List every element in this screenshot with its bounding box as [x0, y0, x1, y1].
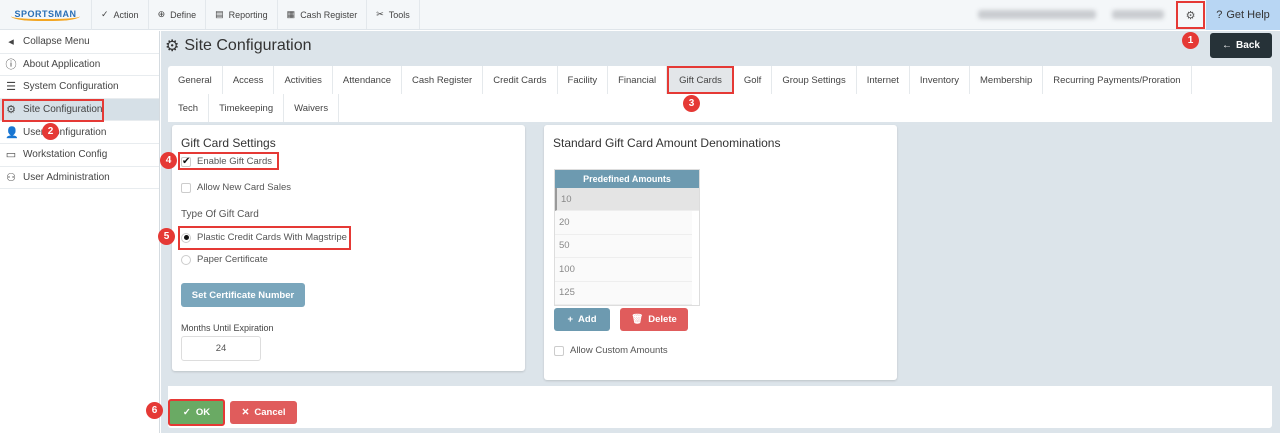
delete-amount-button[interactable]: 🗑 Delete [620, 308, 688, 331]
main-area: ⚙ Site Configuration ← Back General Access A… [161, 31, 1280, 433]
amount-row[interactable]: 10 [555, 188, 699, 212]
tab-internet[interactable]: Internet [857, 66, 910, 94]
predefined-amounts-grid: Predefined Amounts 10 20 50 100 125 [554, 169, 700, 306]
denominations-card: Standard Gift Card Amount Denominations … [544, 125, 897, 380]
sidebar-item-about[interactable]: ⓘ About Application [0, 54, 159, 77]
logo[interactable]: SPORTSMAN [0, 0, 92, 30]
tab-financial[interactable]: Financial [608, 66, 668, 94]
tab-recurring-payments-proration[interactable]: Recurring Payments/Proration [1043, 66, 1192, 94]
annotation-badge: 3 [683, 95, 700, 112]
paper-certificate-radio[interactable]: Paper Certificate [181, 254, 268, 265]
blurred-user-info [978, 10, 1096, 19]
gift-card-settings-card: Gift Card Settings ✔ Enable Gift Cards Al… [172, 125, 525, 371]
tab-inventory[interactable]: Inventory [910, 66, 970, 94]
help-icon: ? [1216, 9, 1223, 21]
page-title: ⚙ Site Configuration [165, 37, 312, 55]
plus-icon: + [567, 314, 574, 325]
monitor-icon: ▭ [5, 149, 17, 162]
tab-attendance[interactable]: Attendance [333, 66, 402, 94]
sidebar: ◂ Collapse Menu ⓘ About Application ☰ Syste… [0, 31, 160, 433]
back-button[interactable]: ← Back [1210, 33, 1272, 58]
radio-icon [181, 254, 191, 265]
check-icon: ✓ [182, 407, 191, 418]
ok-button[interactable]: ✓ OK [168, 399, 225, 426]
nav-cash-register[interactable]: ▦ Cash Register [278, 0, 368, 29]
sidebar-item-user-administration[interactable]: ⚇ User Administration [0, 167, 159, 190]
checkbox-icon [554, 345, 564, 356]
tab-access[interactable]: Access [223, 66, 275, 94]
cash-register-icon: ▦ [286, 9, 296, 19]
checkbox-icon [181, 182, 191, 193]
info-icon: ⓘ [5, 59, 17, 72]
type-label: Type Of Gift Card [181, 209, 259, 220]
months-label: Months Until Expiration [181, 323, 274, 333]
tab-tech[interactable]: Tech [168, 94, 210, 122]
report-icon: ▤ [215, 9, 224, 19]
tab-bar: General Access Activities Attendance Cash Re… [168, 66, 1228, 122]
cancel-button[interactable]: ✕ Cancel [230, 401, 297, 424]
config-panel: General Access Activities Attendance Cash Re… [168, 66, 1272, 428]
tab-gift-cards[interactable]: Gift Cards [667, 66, 734, 94]
sidebar-item-site-configuration[interactable]: ⚙ Site Configuration [0, 98, 159, 122]
nav-define[interactable]: ⊕ Define [149, 0, 207, 29]
grid-header: Predefined Amounts [555, 170, 699, 188]
server-icon: ☰ [6, 81, 16, 94]
nav-action[interactable]: ✓ Action [92, 0, 149, 29]
tab-golf[interactable]: Golf [734, 66, 773, 94]
tab-timekeeping[interactable]: Timekeeping [209, 94, 285, 122]
tab-group-settings[interactable]: Group Settings [772, 66, 857, 94]
amount-row[interactable]: 20 [555, 211, 692, 235]
users-icon: ⚇ [6, 171, 16, 184]
set-certificate-number-button[interactable]: Set Certificate Number [181, 283, 305, 307]
tab-cash-register[interactable]: Cash Register [402, 66, 484, 94]
check-icon: ✓ [101, 9, 109, 19]
amount-row[interactable]: 125 [555, 281, 692, 305]
section-title: Gift Card Settings [181, 136, 276, 150]
blurred-location [1112, 10, 1164, 19]
months-until-expiration-input[interactable]: 24 [181, 336, 261, 361]
user-gear-icon: 👤 [5, 126, 19, 139]
settings-gear-button[interactable]: ⚙ [1176, 1, 1205, 29]
get-help-button[interactable]: ? Get Help [1206, 0, 1280, 30]
gear-icon: ⚙ [1185, 9, 1196, 22]
annotation-badge: 1 [1182, 32, 1199, 49]
collapse-icon: ◂ [8, 36, 14, 49]
amount-row[interactable]: 50 [555, 234, 692, 259]
sidebar-item-workstation-config[interactable]: ▭ Workstation Config [0, 144, 159, 167]
gears-icon: ⚙ [165, 38, 180, 55]
sidebar-item-collapse-menu[interactable]: ◂ Collapse Menu [0, 31, 159, 54]
tab-waivers[interactable]: Waivers [284, 94, 340, 122]
tools-icon: ✂ [376, 9, 384, 19]
section-title: Standard Gift Card Amount Denominations [553, 136, 781, 150]
add-amount-button[interactable]: + Add [554, 308, 610, 331]
amount-row[interactable]: 100 [555, 258, 692, 282]
plus-circle-icon: ⊕ [157, 9, 166, 19]
tab-credit-cards[interactable]: Credit Cards [483, 66, 558, 94]
arrow-left-icon: ← [1222, 40, 1233, 51]
annotation-badge: 4 [160, 152, 177, 169]
annotation-badge: 6 [146, 402, 163, 419]
allow-new-card-sales-checkbox[interactable]: Allow New Card Sales [181, 182, 291, 193]
annotation-badge: 2 [42, 123, 59, 140]
sidebar-item-user-configuration[interactable]: 👤 User Configuration [0, 121, 159, 144]
allow-custom-amounts-checkbox[interactable]: Allow Custom Amounts [554, 345, 668, 356]
nav-tools[interactable]: ✂ Tools [367, 0, 420, 29]
annotation-badge: 5 [158, 228, 175, 245]
tab-membership[interactable]: Membership [970, 66, 1044, 94]
tab-content: Gift Card Settings ✔ Enable Gift Cards Al… [168, 122, 1272, 386]
sidebar-item-system-configuration[interactable]: ☰ System Configuration [0, 76, 159, 99]
tab-general[interactable]: General [168, 66, 223, 94]
tab-facility[interactable]: Facility [558, 66, 609, 94]
nav-reporting[interactable]: ▤ Reporting [206, 0, 278, 29]
trash-icon: 🗑 [631, 314, 644, 325]
tab-activities[interactable]: Activities [274, 66, 333, 94]
close-icon: ✕ [241, 407, 250, 418]
